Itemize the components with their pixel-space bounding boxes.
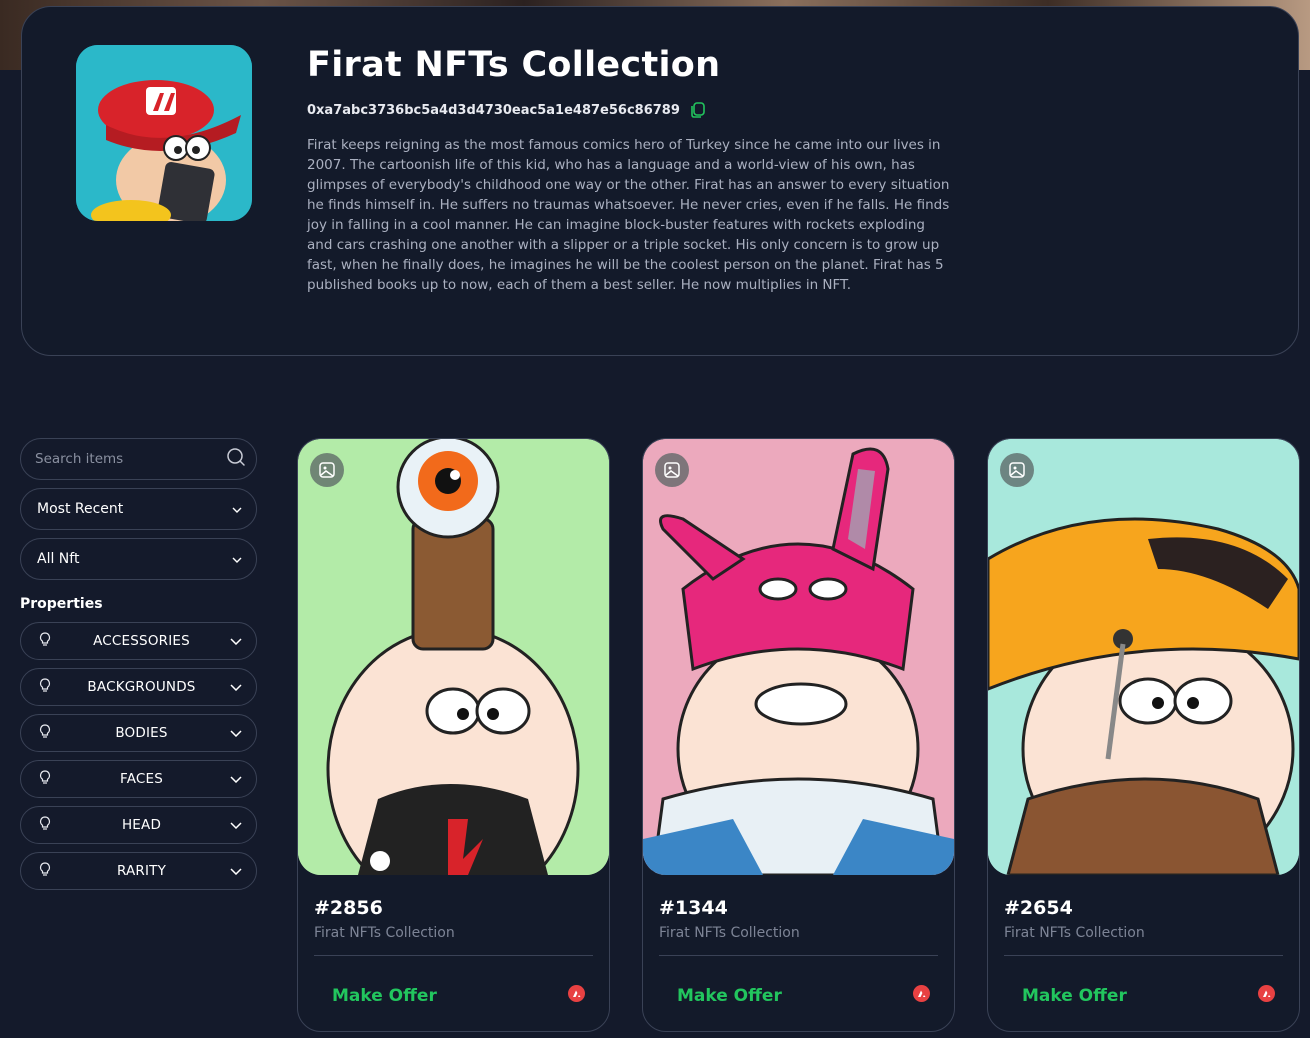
chevron-down-icon	[230, 679, 242, 695]
nft-card[interactable]: #1344 Firat NFTs Collection Make Offer	[642, 438, 955, 1032]
sort-select[interactable]: Most Recent	[20, 488, 257, 530]
card-divider	[1004, 955, 1283, 956]
nft-card[interactable]: #2856 Firat NFTs Collection Make Offer	[297, 438, 610, 1032]
nft-image[interactable]	[643, 439, 954, 875]
make-offer-button[interactable]: Make Offer	[1022, 986, 1127, 1006]
search-input[interactable]	[33, 450, 226, 468]
property-label: BACKGROUNDS	[87, 679, 196, 695]
collection-description: Firat keeps reigning as the most famous …	[307, 137, 950, 293]
nft-id: #2654	[1004, 897, 1073, 919]
property-filter-backgrounds[interactable]: BACKGROUNDS	[20, 668, 257, 706]
property-filter-head[interactable]: HEAD	[20, 806, 257, 844]
property-label: HEAD	[121, 817, 162, 833]
collection-header: Firat NFTs Collection 0xa7abc3736bc5a4d3…	[21, 6, 1299, 356]
filter-sidebar: Most Recent All Nft Properties ACCESSORI…	[20, 438, 257, 898]
image-icon	[655, 453, 689, 487]
nft-id: #1344	[659, 897, 728, 919]
properties-title: Properties	[20, 596, 103, 612]
lightbulb-icon	[37, 723, 53, 743]
image-icon	[310, 453, 344, 487]
property-filter-faces[interactable]: FACES	[20, 760, 257, 798]
image-icon	[1000, 453, 1034, 487]
lightbulb-icon	[37, 631, 53, 651]
make-offer-button[interactable]: Make Offer	[677, 986, 782, 1006]
copy-icon[interactable]	[688, 101, 708, 119]
chevron-down-icon	[230, 863, 242, 879]
chevron-down-icon	[232, 501, 242, 517]
property-label: RARITY	[116, 863, 167, 879]
property-label: ACCESSORIES	[93, 633, 190, 649]
nft-collection-name: Firat NFTs Collection	[659, 925, 800, 941]
search-box	[20, 438, 257, 480]
chevron-down-icon	[232, 551, 242, 567]
lightbulb-icon	[37, 815, 53, 835]
lightbulb-icon	[37, 769, 53, 789]
nft-image[interactable]	[298, 439, 609, 875]
chevron-down-icon	[230, 771, 242, 787]
type-filter-select[interactable]: All Nft	[20, 538, 257, 580]
property-filter-bodies[interactable]: BODIES	[20, 714, 257, 752]
contract-address: 0xa7abc3736bc5a4d3d4730eac5a1e487e56c867…	[307, 102, 680, 118]
property-filter-rarity[interactable]: RARITY	[20, 852, 257, 890]
chevron-down-icon	[230, 817, 242, 833]
collection-title: Firat NFTs Collection	[307, 45, 721, 85]
search-icon[interactable]	[226, 447, 246, 471]
card-divider	[659, 955, 938, 956]
type-filter-value: All Nft	[37, 551, 80, 567]
avalanche-icon	[1258, 985, 1275, 1002]
avalanche-icon	[913, 985, 930, 1002]
lightbulb-icon	[37, 861, 53, 881]
nft-collection-name: Firat NFTs Collection	[314, 925, 455, 941]
avalanche-icon	[568, 985, 585, 1002]
chevron-down-icon	[230, 725, 242, 741]
properties-list: ACCESSORIES BACKGROUNDS BODIES FACES HEAD RAR…	[20, 622, 257, 890]
lightbulb-icon	[37, 677, 53, 697]
property-label: BODIES	[115, 725, 168, 741]
collection-avatar	[76, 45, 252, 221]
nft-image[interactable]	[988, 439, 1299, 875]
card-divider	[314, 955, 593, 956]
property-filter-accessories[interactable]: ACCESSORIES	[20, 622, 257, 660]
contract-address-row: 0xa7abc3736bc5a4d3d4730eac5a1e487e56c867…	[307, 101, 708, 119]
nft-card[interactable]: #2654 Firat NFTs Collection Make Offer	[987, 438, 1300, 1032]
nft-collection-name: Firat NFTs Collection	[1004, 925, 1145, 941]
sort-select-value: Most Recent	[37, 501, 124, 517]
property-label: FACES	[119, 771, 164, 787]
make-offer-button[interactable]: Make Offer	[332, 986, 437, 1006]
chevron-down-icon	[230, 633, 242, 649]
nft-id: #2856	[314, 897, 383, 919]
